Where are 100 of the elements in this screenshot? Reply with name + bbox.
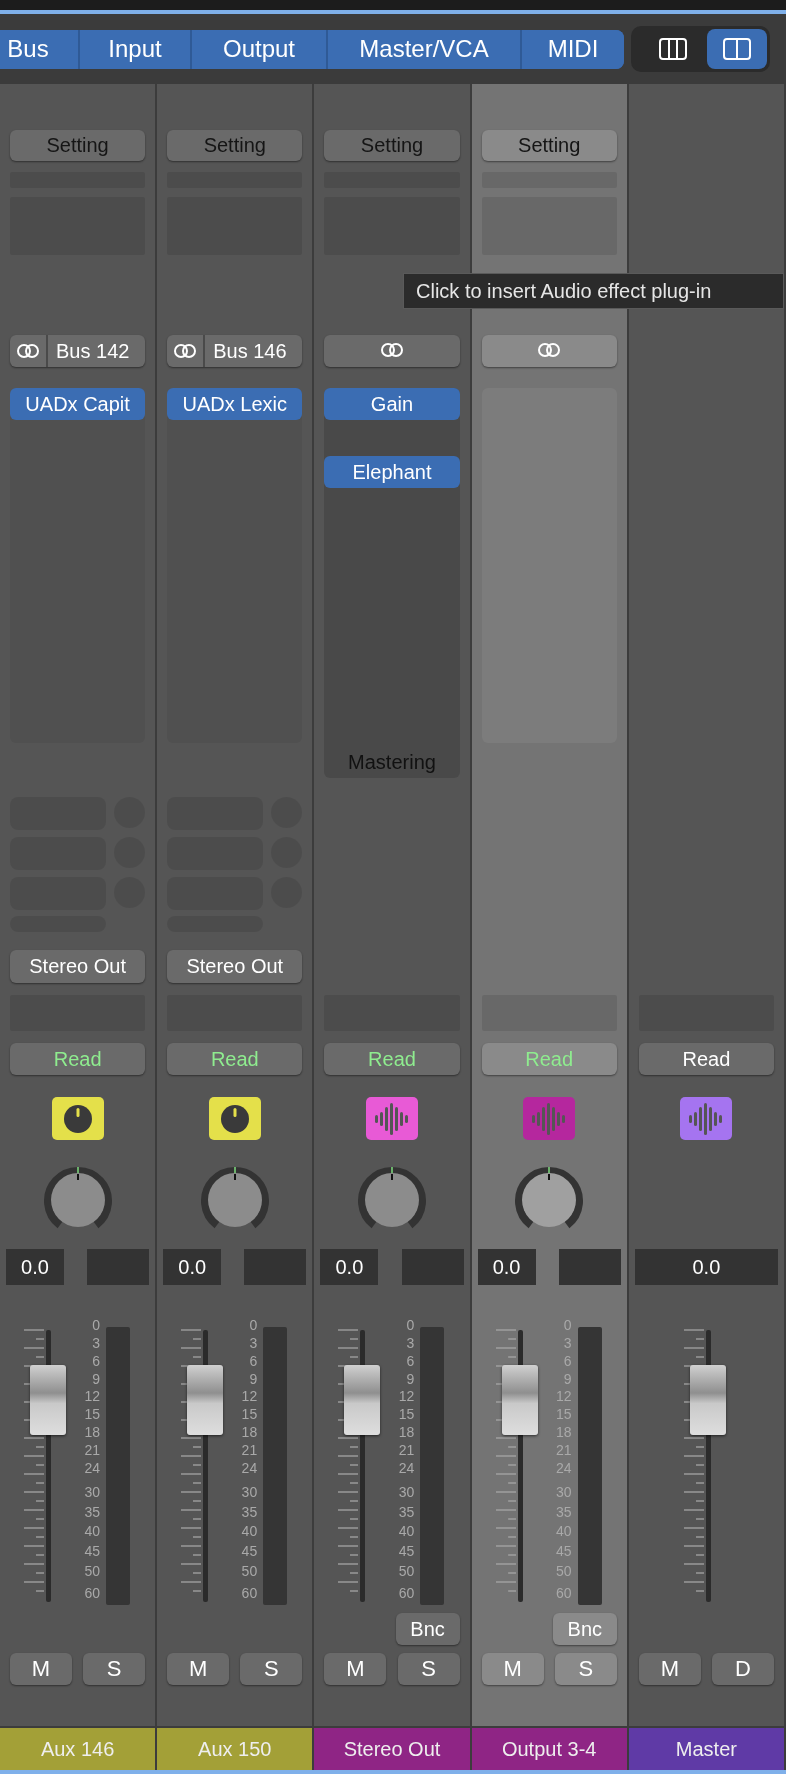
meter-scale-label: 0: [406, 1317, 415, 1333]
filter-tab[interactable]: MIDI: [520, 29, 624, 69]
meter-scale-label: 45: [84, 1543, 100, 1559]
plugin-slot[interactable]: Elephant: [324, 456, 460, 488]
channel-strip[interactable]: Setting Bus 142 UADx Capit Stereo Out Read 0.0 0 3 6 9 12 15 18 21 24 30 35 40 45 50 60 M S Aux 146: [0, 84, 158, 1770]
stereo-link-icon: [537, 341, 562, 358]
stereo-link-icon: [380, 341, 404, 358]
automation-button[interactable]: Read: [167, 1043, 303, 1075]
peak-display: [401, 1249, 464, 1285]
insert-slots-panel[interactable]: UADx Capit: [10, 388, 146, 743]
peak-display: [244, 1249, 307, 1285]
volume-display[interactable]: 0.0: [320, 1249, 379, 1285]
meter-scale-label: 30: [398, 1484, 415, 1500]
output-button[interactable]: Stereo Out: [167, 950, 303, 983]
bounce-button[interactable]: Bnc: [395, 1613, 460, 1645]
channel-button[interactable]: S: [397, 1653, 460, 1685]
channel-button[interactable]: M: [638, 1653, 701, 1685]
meter-scale-label: 40: [398, 1523, 415, 1539]
insert-slots-panel[interactable]: Gain Elephant Mastering: [324, 388, 460, 778]
meter-scale-label: 50: [241, 1563, 258, 1579]
meter-scale-label: 35: [84, 1504, 100, 1520]
automation-button[interactable]: Read: [638, 1043, 774, 1075]
meter-scale-label: 35: [241, 1504, 258, 1520]
input-button[interactable]: Bus 146: [167, 335, 303, 367]
meter-scale-label: 30: [84, 1484, 100, 1500]
plugin-group-label: Mastering: [348, 751, 436, 774]
channel-button[interactable]: M: [324, 1653, 387, 1685]
volume-display[interactable]: 0.0: [477, 1249, 536, 1285]
meter-scale-label: 18: [84, 1424, 100, 1440]
meter-scale-label: 60: [241, 1585, 258, 1601]
channel-button[interactable]: M: [10, 1653, 72, 1685]
channel-button[interactable]: D: [712, 1653, 774, 1685]
fader-cap[interactable]: [187, 1364, 224, 1435]
meter-scale-label: 9: [249, 1371, 258, 1387]
peak-display: [558, 1249, 621, 1285]
meter-scale-label: 40: [84, 1523, 100, 1539]
fader-cap[interactable]: [344, 1364, 381, 1435]
stereo-link-icon: [16, 343, 40, 359]
channel-name[interactable]: Master: [628, 1726, 784, 1770]
channel-button[interactable]: S: [240, 1653, 303, 1685]
meter-scale-label: 3: [406, 1335, 415, 1351]
fader-cap[interactable]: [501, 1364, 538, 1435]
meter-scale-label: 0: [92, 1317, 100, 1333]
meter-scale-label: 24: [241, 1460, 258, 1476]
channel-button[interactable]: S: [83, 1653, 146, 1685]
meter-scale-label: 60: [84, 1585, 100, 1601]
plugin-slot[interactable]: Gain: [324, 388, 460, 420]
channel-strip[interactable]: Setting Bus 146 UADx Lexic Stereo Out Read 0.0 0 3 6 9 12 15 18 21 24 30 35 40 45 50 60 M S Aux 150: [157, 84, 315, 1770]
setting-button[interactable]: Setting: [481, 130, 617, 161]
view-button[interactable]: [707, 29, 767, 69]
volume-display[interactable]: 0.0: [163, 1249, 222, 1285]
meter-scale-label: 9: [406, 1371, 415, 1387]
plugin-slot[interactable]: UADx Lexic: [167, 388, 303, 420]
peak-display: [87, 1249, 150, 1285]
plugin-slot[interactable]: UADx Capit: [10, 388, 146, 420]
automation-button[interactable]: Read: [324, 1043, 460, 1075]
meter-scale-label: 0: [249, 1317, 258, 1333]
channel-button[interactable]: S: [554, 1653, 617, 1685]
meter-scale-label: 3: [92, 1335, 100, 1351]
meter-scale-label: 6: [406, 1353, 415, 1369]
channel-button[interactable]: M: [481, 1653, 544, 1685]
meter-scale-label: 45: [241, 1543, 258, 1559]
meter-scale-label: 21: [241, 1442, 258, 1458]
three-column-icon: [659, 38, 687, 60]
meter-scale-label: 6: [92, 1353, 100, 1369]
meter-scale-label: 18: [398, 1424, 415, 1440]
meter-scale-label: 12: [398, 1388, 415, 1404]
meter-scale-label: 50: [84, 1563, 100, 1579]
setting-button[interactable]: Setting: [324, 130, 460, 161]
meter-scale-label: 15: [398, 1406, 415, 1422]
insert-slots-panel[interactable]: UADx Lexic: [167, 388, 303, 743]
input-button[interactable]: Bus 142: [10, 335, 146, 367]
meter-scale-label: 6: [249, 1353, 258, 1369]
setting-button[interactable]: Setting: [10, 130, 146, 161]
volume-display[interactable]: 0.0: [634, 1249, 778, 1285]
output-button[interactable]: Stereo Out: [10, 950, 146, 983]
meter-scale-label: 50: [398, 1563, 415, 1579]
meter-scale-label: 15: [84, 1406, 100, 1422]
meter-scale-label: 24: [84, 1460, 100, 1476]
meter-scale-label: 30: [241, 1484, 258, 1500]
channel-button[interactable]: M: [167, 1653, 230, 1685]
automation-button[interactable]: Read: [10, 1043, 146, 1075]
bounce-button[interactable]: Bnc: [552, 1613, 617, 1645]
meter-scale-label: 40: [241, 1523, 258, 1539]
meter-scale-label: 12: [241, 1388, 258, 1404]
channel-name[interactable]: Output 3-4: [471, 1726, 627, 1770]
two-column-icon: [723, 38, 751, 60]
meter-scale-label: 21: [398, 1442, 415, 1458]
input-button[interactable]: [324, 335, 460, 367]
setting-button[interactable]: Setting: [167, 130, 303, 161]
channel-name[interactable]: Stereo Out: [314, 1726, 470, 1770]
meter-scale-label: 35: [398, 1504, 415, 1520]
meter-scale-label: 45: [398, 1543, 415, 1559]
input-button[interactable]: [481, 335, 617, 367]
meter-scale-label: 3: [249, 1335, 258, 1351]
meter-scale-label: 9: [92, 1371, 100, 1387]
fader-cap[interactable]: [690, 1364, 727, 1435]
volume-display[interactable]: 0.0: [6, 1249, 64, 1285]
meter-scale-label: 12: [84, 1388, 100, 1404]
tooltip: Click to insert Audio effect plug-in: [403, 273, 784, 309]
